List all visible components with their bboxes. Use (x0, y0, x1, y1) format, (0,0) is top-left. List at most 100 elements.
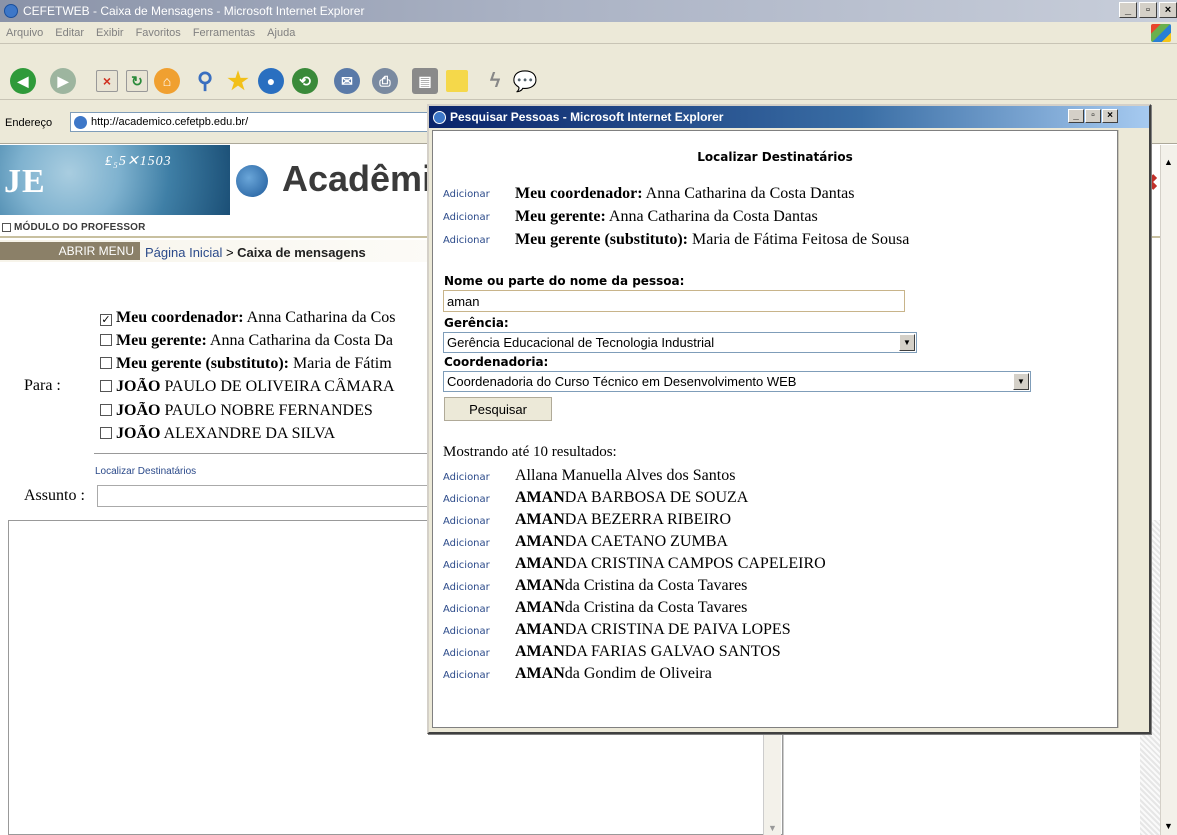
menu-exibir[interactable]: Exibir (96, 27, 124, 39)
quick-name: Anna Catharina da Costa Dantas (605, 208, 818, 225)
localizar-destinatarios-link[interactable]: Localizar Destinatários (95, 466, 196, 477)
assunto-input[interactable] (97, 485, 430, 507)
page-scrollbar[interactable]: ▲ ▼ (1160, 145, 1177, 835)
history-icon[interactable]: ⟲ (292, 68, 318, 94)
recipient-row[interactable]: Meu gerente: Anna Catharina da Costa Da (100, 332, 430, 350)
add-link[interactable]: Adicionar (443, 189, 515, 200)
add-link[interactable]: Adicionar (443, 626, 515, 637)
result-name: da Cristina da Costa Tavares (564, 599, 748, 616)
recipient-checkbox[interactable] (100, 380, 112, 392)
quick-name: Maria de Fátima Feitosa de Sousa (688, 231, 910, 248)
recipient-label: Meu gerente: (116, 332, 207, 349)
open-menu-button[interactable]: ABRIR MENU (0, 242, 140, 260)
print-icon[interactable]: ⎙ (372, 68, 398, 94)
search-icon[interactable]: ⚲ (192, 68, 218, 94)
gerencia-value: Gerência Educacional de Tecnologia Indus… (447, 335, 715, 350)
edit-icon[interactable]: ▤ (412, 68, 438, 94)
name-field-label: Nome ou parte do nome da pessoa: (444, 274, 685, 288)
maximize-button[interactable]: ▫ (1139, 2, 1157, 18)
address-input[interactable]: http://academico.cefetpb.edu.br/ (70, 112, 440, 132)
recipient-row[interactable]: JOÃO PAULO NOBRE FERNANDES (100, 402, 430, 420)
add-link[interactable]: Adicionar (443, 516, 515, 527)
messenger-icon[interactable]: ϟ (482, 68, 508, 94)
close-button[interactable]: × (1159, 2, 1177, 18)
ie-icon (4, 4, 18, 18)
result-row: Adicionar AMANDA FARIAS GALVAO SANTOS (443, 643, 781, 661)
forward-icon[interactable]: ▶ (50, 68, 76, 94)
favorites-icon[interactable]: ★ (225, 68, 251, 95)
result-row: Adicionar AMANDA BARBOSA DE SOUZA (443, 489, 748, 507)
graduation-cap-icon (236, 165, 268, 197)
recipient-checkbox[interactable] (100, 427, 112, 439)
recipient-row[interactable]: Meu gerente (substituto): Maria de Fátim (100, 355, 430, 373)
recipient-row[interactable]: ✓ Meu coordenador: Anna Catharina da Cos (100, 309, 430, 327)
popup-minimize-button[interactable]: _ (1068, 109, 1084, 123)
results-count-label: Mostrando até 10 resultados: (443, 444, 617, 460)
address-label: Endereço (5, 117, 53, 129)
add-link[interactable]: Adicionar (443, 212, 515, 223)
name-search-input[interactable]: aman (443, 290, 905, 312)
recipient-row[interactable]: JOÃO PAULO DE OLIVEIRA CÂMARA (100, 378, 430, 396)
home-icon[interactable]: ⌂ (154, 68, 180, 94)
mail-icon[interactable]: ✉ (334, 68, 360, 94)
popup-scrollbar[interactable] (1118, 130, 1135, 728)
chevron-down-icon[interactable]: ▼ (1013, 373, 1029, 390)
note-icon[interactable] (446, 70, 468, 92)
menu-ajuda[interactable]: Ajuda (267, 27, 295, 39)
recipient-label: Meu gerente (substituto): (116, 355, 290, 372)
add-link[interactable]: Adicionar (443, 235, 515, 246)
add-link[interactable]: Adicionar (443, 538, 515, 549)
add-link[interactable]: Adicionar (443, 648, 515, 659)
quick-recipient-row: Adicionar Meu gerente (substituto): Maria… (443, 231, 909, 249)
media-icon[interactable]: ● (258, 68, 284, 94)
coordenadoria-select[interactable]: Coordenadoria do Curso Técnico em Desenv… (443, 371, 1031, 392)
quick-name: Anna Catharina da Costa Dantas (642, 185, 855, 202)
recipient-checkbox[interactable] (100, 357, 112, 369)
recipient-checkbox[interactable]: ✓ (100, 314, 112, 326)
minimize-button[interactable]: _ (1119, 2, 1137, 18)
result-name: DA CRISTINA CAMPOS CAPELEIRO (564, 555, 826, 572)
gerencia-select[interactable]: Gerência Educacional de Tecnologia Indus… (443, 332, 917, 353)
popup-maximize-button[interactable]: ▫ (1085, 109, 1101, 123)
result-row: Adicionar AMANDA BEZERRA RIBEIRO (443, 511, 731, 529)
recipient-row[interactable]: JOÃO ALEXANDRE DA SILVA (100, 425, 430, 443)
result-match: AMAN (515, 533, 565, 550)
result-row: Adicionar AMANDA CRISTINA CAMPOS CAPELEIR… (443, 555, 826, 573)
menu-ferramentas[interactable]: Ferramentas (193, 27, 255, 39)
chevron-down-icon[interactable]: ▼ (899, 334, 915, 351)
breadcrumb-home-link[interactable]: Página Inicial (145, 245, 222, 260)
add-link[interactable]: Adicionar (443, 670, 515, 681)
menu-editar[interactable]: Editar (55, 27, 84, 39)
recipient-checkbox[interactable] (100, 404, 112, 416)
result-name: da Cristina da Costa Tavares (564, 577, 748, 594)
recipient-checkbox[interactable] (100, 334, 112, 346)
window-controls: _ ▫ × (1119, 2, 1177, 18)
add-link[interactable]: Adicionar (443, 582, 515, 593)
result-row: Adicionar AMANDA CAETANO ZUMBA (443, 533, 728, 551)
quick-label: Meu coordenador: (515, 185, 643, 202)
add-link[interactable]: Adicionar (443, 494, 515, 505)
result-match: AMAN (515, 489, 565, 506)
add-link[interactable]: Adicionar (443, 604, 515, 615)
search-button[interactable]: Pesquisar (444, 397, 552, 421)
gerencia-label: Gerência: (444, 316, 509, 330)
recipient-name: PAULO NOBRE FERNANDES (160, 402, 373, 419)
module-label: MÓDULO DO PROFESSOR (14, 222, 146, 233)
coordenadoria-value: Coordenadoria do Curso Técnico em Desenv… (447, 374, 797, 389)
discuss-icon[interactable]: 💬 (512, 68, 538, 94)
back-icon[interactable]: ◀ (10, 68, 36, 94)
refresh-icon[interactable]: ↻ (126, 70, 148, 92)
menu-arquivo[interactable]: Arquivo (6, 27, 43, 39)
para-label: Para : (24, 377, 61, 394)
recipient-name: PAULO DE OLIVEIRA CÂMARA (160, 378, 395, 395)
banner-art: JE ₤₅5✕1503 (0, 145, 230, 215)
menu-bar: Arquivo Editar Exibir Favoritos Ferramen… (0, 22, 1177, 44)
menu-favoritos[interactable]: Favoritos (136, 27, 181, 39)
add-link[interactable]: Adicionar (443, 560, 515, 571)
add-link[interactable]: Adicionar (443, 472, 515, 483)
stop-icon[interactable]: × (96, 70, 118, 92)
popup-close-button[interactable]: × (1102, 109, 1118, 123)
main-window-titlebar: CEFETWEB - Caixa de Mensagens - Microsof… (0, 0, 1177, 22)
result-name: DA CAETANO ZUMBA (564, 533, 728, 550)
result-name: DA BARBOSA DE SOUZA (564, 489, 749, 506)
